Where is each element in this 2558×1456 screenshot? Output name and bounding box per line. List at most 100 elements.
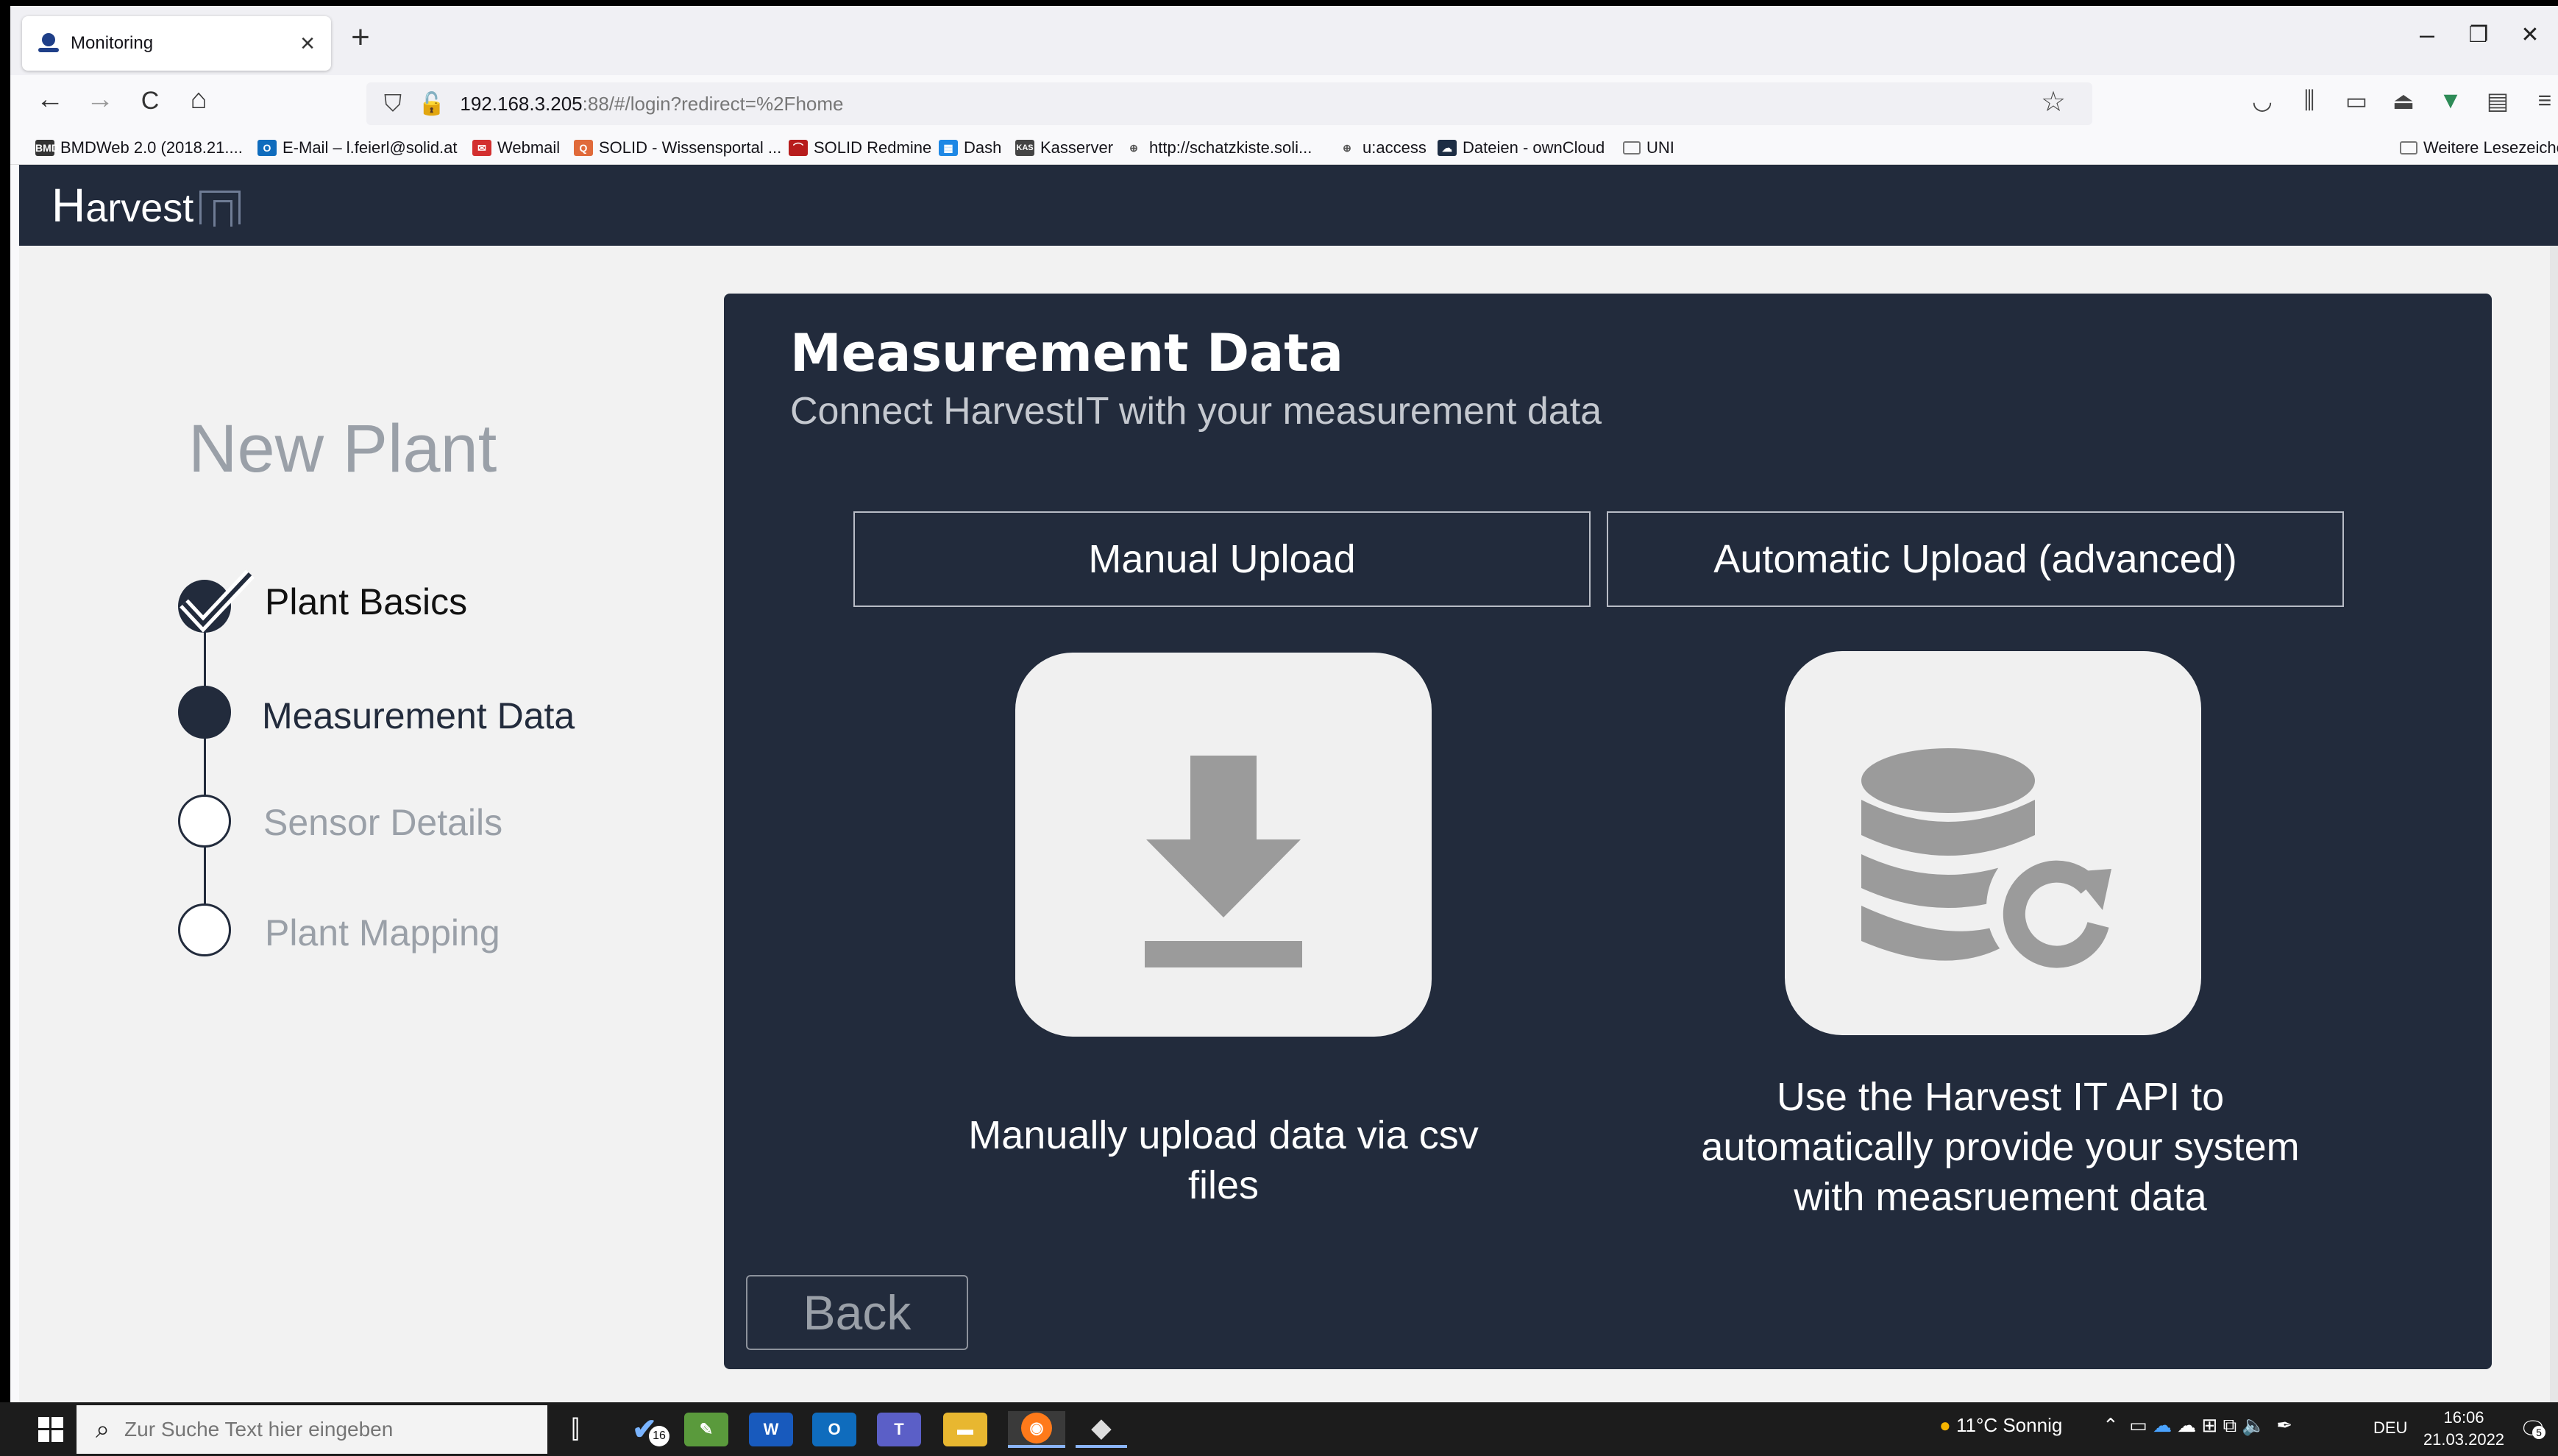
restore-button[interactable]: ❐ [2453, 22, 2504, 48]
outlook-icon: O [812, 1413, 856, 1446]
firefox-app[interactable]: ◉ [1008, 1411, 1065, 1448]
reader-icon[interactable]: ▤ [2479, 87, 2516, 115]
bookmark-item[interactable]: ▦ Dash [939, 138, 1001, 157]
weather-text: 11°C Sonnig [1955, 1414, 2063, 1436]
tray-icons[interactable]: ⌃ ▭ ☁ ☁ ⊞ ⧉ 🔈 ✒ [2103, 1414, 2292, 1438]
step-plant-mapping: Plant Mapping [265, 912, 500, 953]
browser-window: Monitoring × + – ❐ ✕ ← → C ⌂ ⛉ 🔓 192.168… [10, 6, 2558, 1402]
bookmark-item[interactable]: Q SOLID - Wissensportal ... [574, 138, 781, 157]
manual-upload-description: Manually upload data via csv files [968, 1113, 1479, 1207]
close-tab-icon[interactable]: × [300, 29, 315, 58]
user-favicon-icon [38, 33, 59, 54]
extension-vue-icon[interactable]: ▼ [2432, 87, 2469, 114]
reload-icon[interactable]: C [128, 87, 172, 116]
bookmark-item[interactable]: KAS Kasserver [1015, 138, 1113, 157]
sidebar-icon[interactable]: ▭ [2338, 87, 2375, 115]
bookmark-label: http://schatzkiste.soli... [1149, 138, 1312, 157]
home-icon[interactable]: ⌂ [177, 84, 221, 116]
cloud-icon[interactable]: ☁ [2177, 1414, 2196, 1436]
other-bookmarks-label: Weitere Lesezeichen [2423, 138, 2558, 157]
library-icon[interactable]: ⫼ [2291, 87, 2328, 115]
tab-title: Monitoring [71, 33, 154, 53]
onedrive-icon[interactable]: ☁ [2153, 1414, 2172, 1436]
notepad-app[interactable]: ✎ [684, 1411, 728, 1448]
word-icon: W [749, 1413, 793, 1446]
url-host: 192.168.3.205 [460, 92, 583, 115]
windows-start-icon[interactable] [32, 1411, 69, 1448]
ethernet-icon[interactable]: ⊞ [2202, 1414, 2218, 1436]
close-window-button[interactable]: ✕ [2504, 22, 2556, 48]
address-bar[interactable]: ⛉ 🔓 192.168.3.205:88/#/login?redirect=%2… [366, 82, 2092, 125]
bookmark-item[interactable]: ⌒ SOLID Redmine [789, 138, 931, 157]
bookmark-label: SOLID - Wissensportal ... [599, 138, 782, 157]
insecure-lock-icon[interactable]: 🔓 [418, 91, 445, 117]
pen-icon[interactable]: ✒ [2276, 1414, 2292, 1436]
bookmarks-bar: BMD BMDWeb 2.0 (2018.21.... O E-Mail – l.f… [10, 132, 2558, 165]
todo-badge: 16 [649, 1426, 669, 1446]
other-bookmarks[interactable]: Weitere Lesezeichen [2400, 138, 2558, 157]
weather-widget[interactable]: ● 11°C Sonnig [1939, 1414, 2062, 1437]
automatic-upload-button[interactable]: Automatic Upload (advanced) [1607, 511, 2344, 607]
teams-app[interactable]: T [877, 1411, 921, 1448]
bookmark-item[interactable]: ✉ Webmail [472, 138, 560, 157]
system-clock[interactable]: 16:06 21.03.2022 [2416, 1407, 2512, 1451]
logo-it-mark-icon [199, 191, 241, 227]
logo-text: arvest [85, 186, 194, 230]
display-icon[interactable]: ⧉ [2223, 1414, 2237, 1436]
minimize-button[interactable]: – [2401, 19, 2453, 50]
language-indicator[interactable]: DEU [2373, 1418, 2407, 1438]
bookmark-star-icon[interactable]: ☆ [2041, 85, 2066, 118]
pocket-icon[interactable]: ◡ [2244, 87, 2281, 115]
chevron-up-icon[interactable]: ⌃ [2103, 1414, 2119, 1436]
panel-title: Measurement Data [790, 323, 1343, 383]
wissensportal-icon: Q [574, 140, 593, 156]
bookmark-label: Kasserver [1040, 138, 1114, 157]
shield-icon[interactable]: ⛉ [384, 90, 402, 118]
bookmark-item[interactable]: ⊕ http://schatzkiste.soli... [1124, 138, 1312, 157]
manual-upload-button[interactable]: Manual Upload [853, 511, 1591, 607]
todo-app[interactable]: ✔ 16 [622, 1411, 669, 1448]
checkmark-icon [178, 569, 255, 633]
stepper-line [204, 621, 206, 945]
folder-icon [1623, 141, 1641, 155]
taskbar-search-input[interactable] [124, 1418, 493, 1441]
step-pending-dot [178, 795, 231, 848]
globe-icon: ⊕ [1343, 142, 1351, 154]
bookmark-item[interactable]: UNI [1623, 138, 1674, 157]
manual-upload-card[interactable] [1015, 653, 1432, 1037]
bookmark-item[interactable]: ☁ Dateien - ownCloud [1438, 138, 1605, 157]
outlook-app[interactable]: O [812, 1411, 856, 1448]
teams-icon: T [877, 1413, 921, 1446]
word-app[interactable]: W [749, 1411, 793, 1448]
back-button[interactable]: Back [746, 1275, 968, 1350]
step-current-dot [178, 686, 231, 739]
back-arrow-icon[interactable]: ← [28, 84, 72, 116]
menu-icon[interactable]: ≡ [2526, 87, 2558, 114]
bookmark-item[interactable]: O E-Mail – l.feierl@solid.at [257, 138, 458, 157]
taskbar-search[interactable]: ⌕ [77, 1405, 547, 1454]
bookmark-label: E-Mail – l.feierl@solid.at [283, 138, 458, 157]
step-measurement-data[interactable]: Measurement Data [262, 695, 575, 737]
measurement-data-panel: Measurement Data Connect HarvestIT with … [724, 294, 2492, 1369]
redmine-icon: ⌒ [789, 140, 808, 156]
harvestit-logo[interactable]: Harvest [51, 178, 241, 232]
step-sensor-details: Sensor Details [263, 802, 503, 843]
task-view-icon[interactable]: ⫿ [553, 1411, 597, 1448]
bookmark-item[interactable]: ⊕ u:access [1337, 138, 1427, 157]
page-scrollbar[interactable] [2550, 246, 2558, 1402]
bookmark-item[interactable]: BMD BMDWeb 2.0 (2018.21.... [35, 138, 243, 157]
network-icon[interactable]: ▭ [2129, 1414, 2147, 1436]
automatic-upload-card[interactable] [1785, 651, 2201, 1035]
navigation-bar: ← → C ⌂ ⛉ 🔓 192.168.3.205:88/#/login?red… [10, 75, 2558, 132]
app-pinned[interactable]: ◆ [1076, 1411, 1127, 1448]
tab-monitoring[interactable]: Monitoring × [22, 16, 331, 71]
volume-icon[interactable]: 🔈 [2242, 1414, 2265, 1436]
step-plant-basics[interactable]: Plant Basics [265, 580, 467, 623]
bookmark-label: Dash [964, 138, 1002, 157]
account-icon[interactable]: ⏏ [2385, 87, 2422, 115]
panel-subtitle: Connect HarvestIT with your measurement … [790, 390, 1602, 433]
explorer-app[interactable]: ▬ [943, 1411, 987, 1448]
new-tab-button[interactable]: + [338, 19, 383, 56]
forward-arrow-icon[interactable]: → [78, 84, 122, 116]
notification-center-icon[interactable]: 🗨5 [2516, 1411, 2550, 1448]
